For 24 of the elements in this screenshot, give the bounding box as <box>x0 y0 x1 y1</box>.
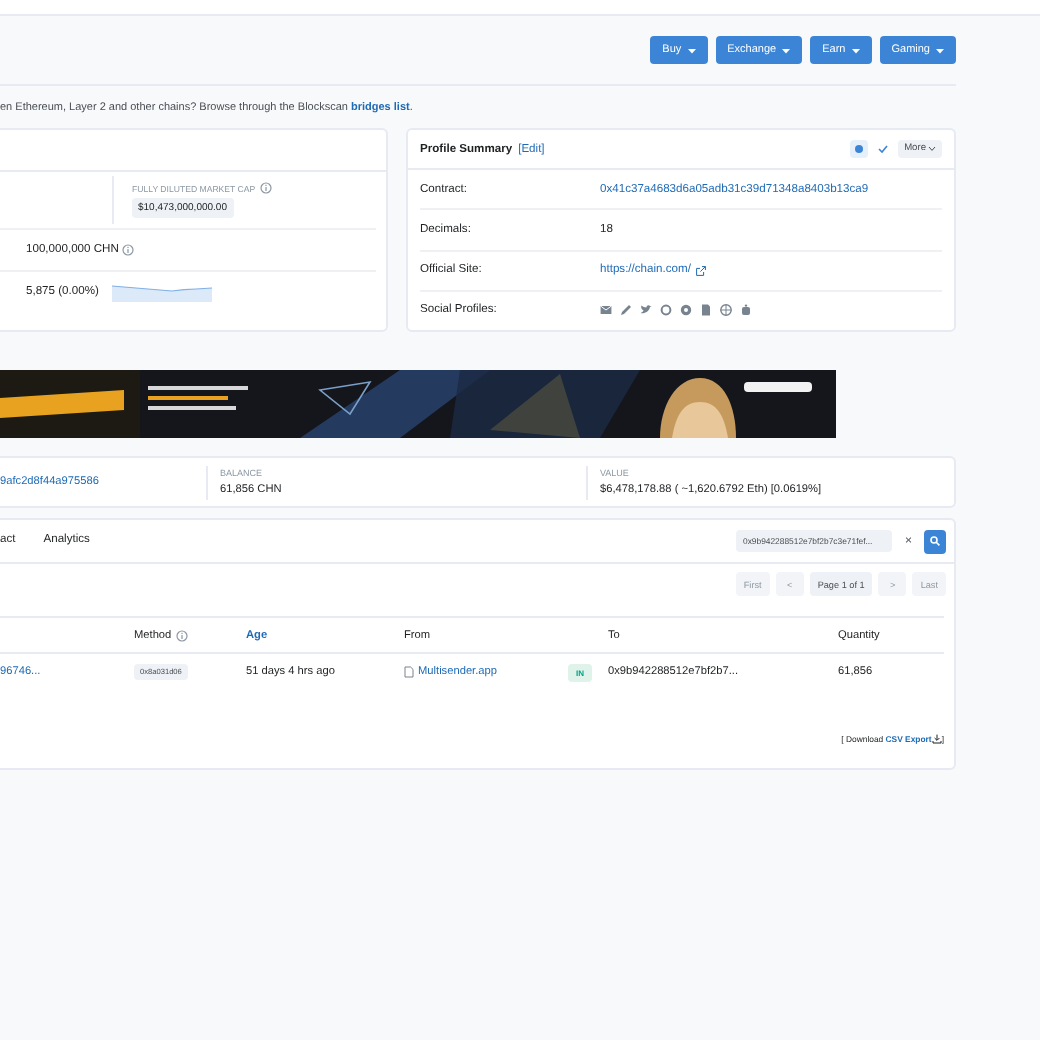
badge-icon <box>850 140 869 159</box>
caret-icon <box>928 146 936 153</box>
gear-icon <box>680 304 692 317</box>
check-icon <box>874 140 893 159</box>
info-icon <box>259 182 272 194</box>
caret-icon <box>851 47 860 53</box>
external-link-icon <box>696 265 707 276</box>
globe-icon <box>720 304 732 317</box>
bird-icon <box>640 304 652 317</box>
search-button[interactable] <box>924 529 946 553</box>
search-icon <box>930 536 940 546</box>
caret-icon <box>687 47 696 53</box>
download-icon <box>931 734 942 744</box>
caret-icon <box>782 47 791 53</box>
robot-icon <box>740 304 752 317</box>
ring-icon <box>660 304 672 317</box>
sparkline <box>112 282 213 302</box>
info-icon <box>175 629 188 641</box>
pencil-icon <box>620 304 632 317</box>
document-icon <box>404 666 414 678</box>
mail-icon <box>600 304 612 317</box>
info-icon <box>122 244 135 256</box>
caret-icon <box>936 47 944 53</box>
document-icon <box>700 304 712 317</box>
